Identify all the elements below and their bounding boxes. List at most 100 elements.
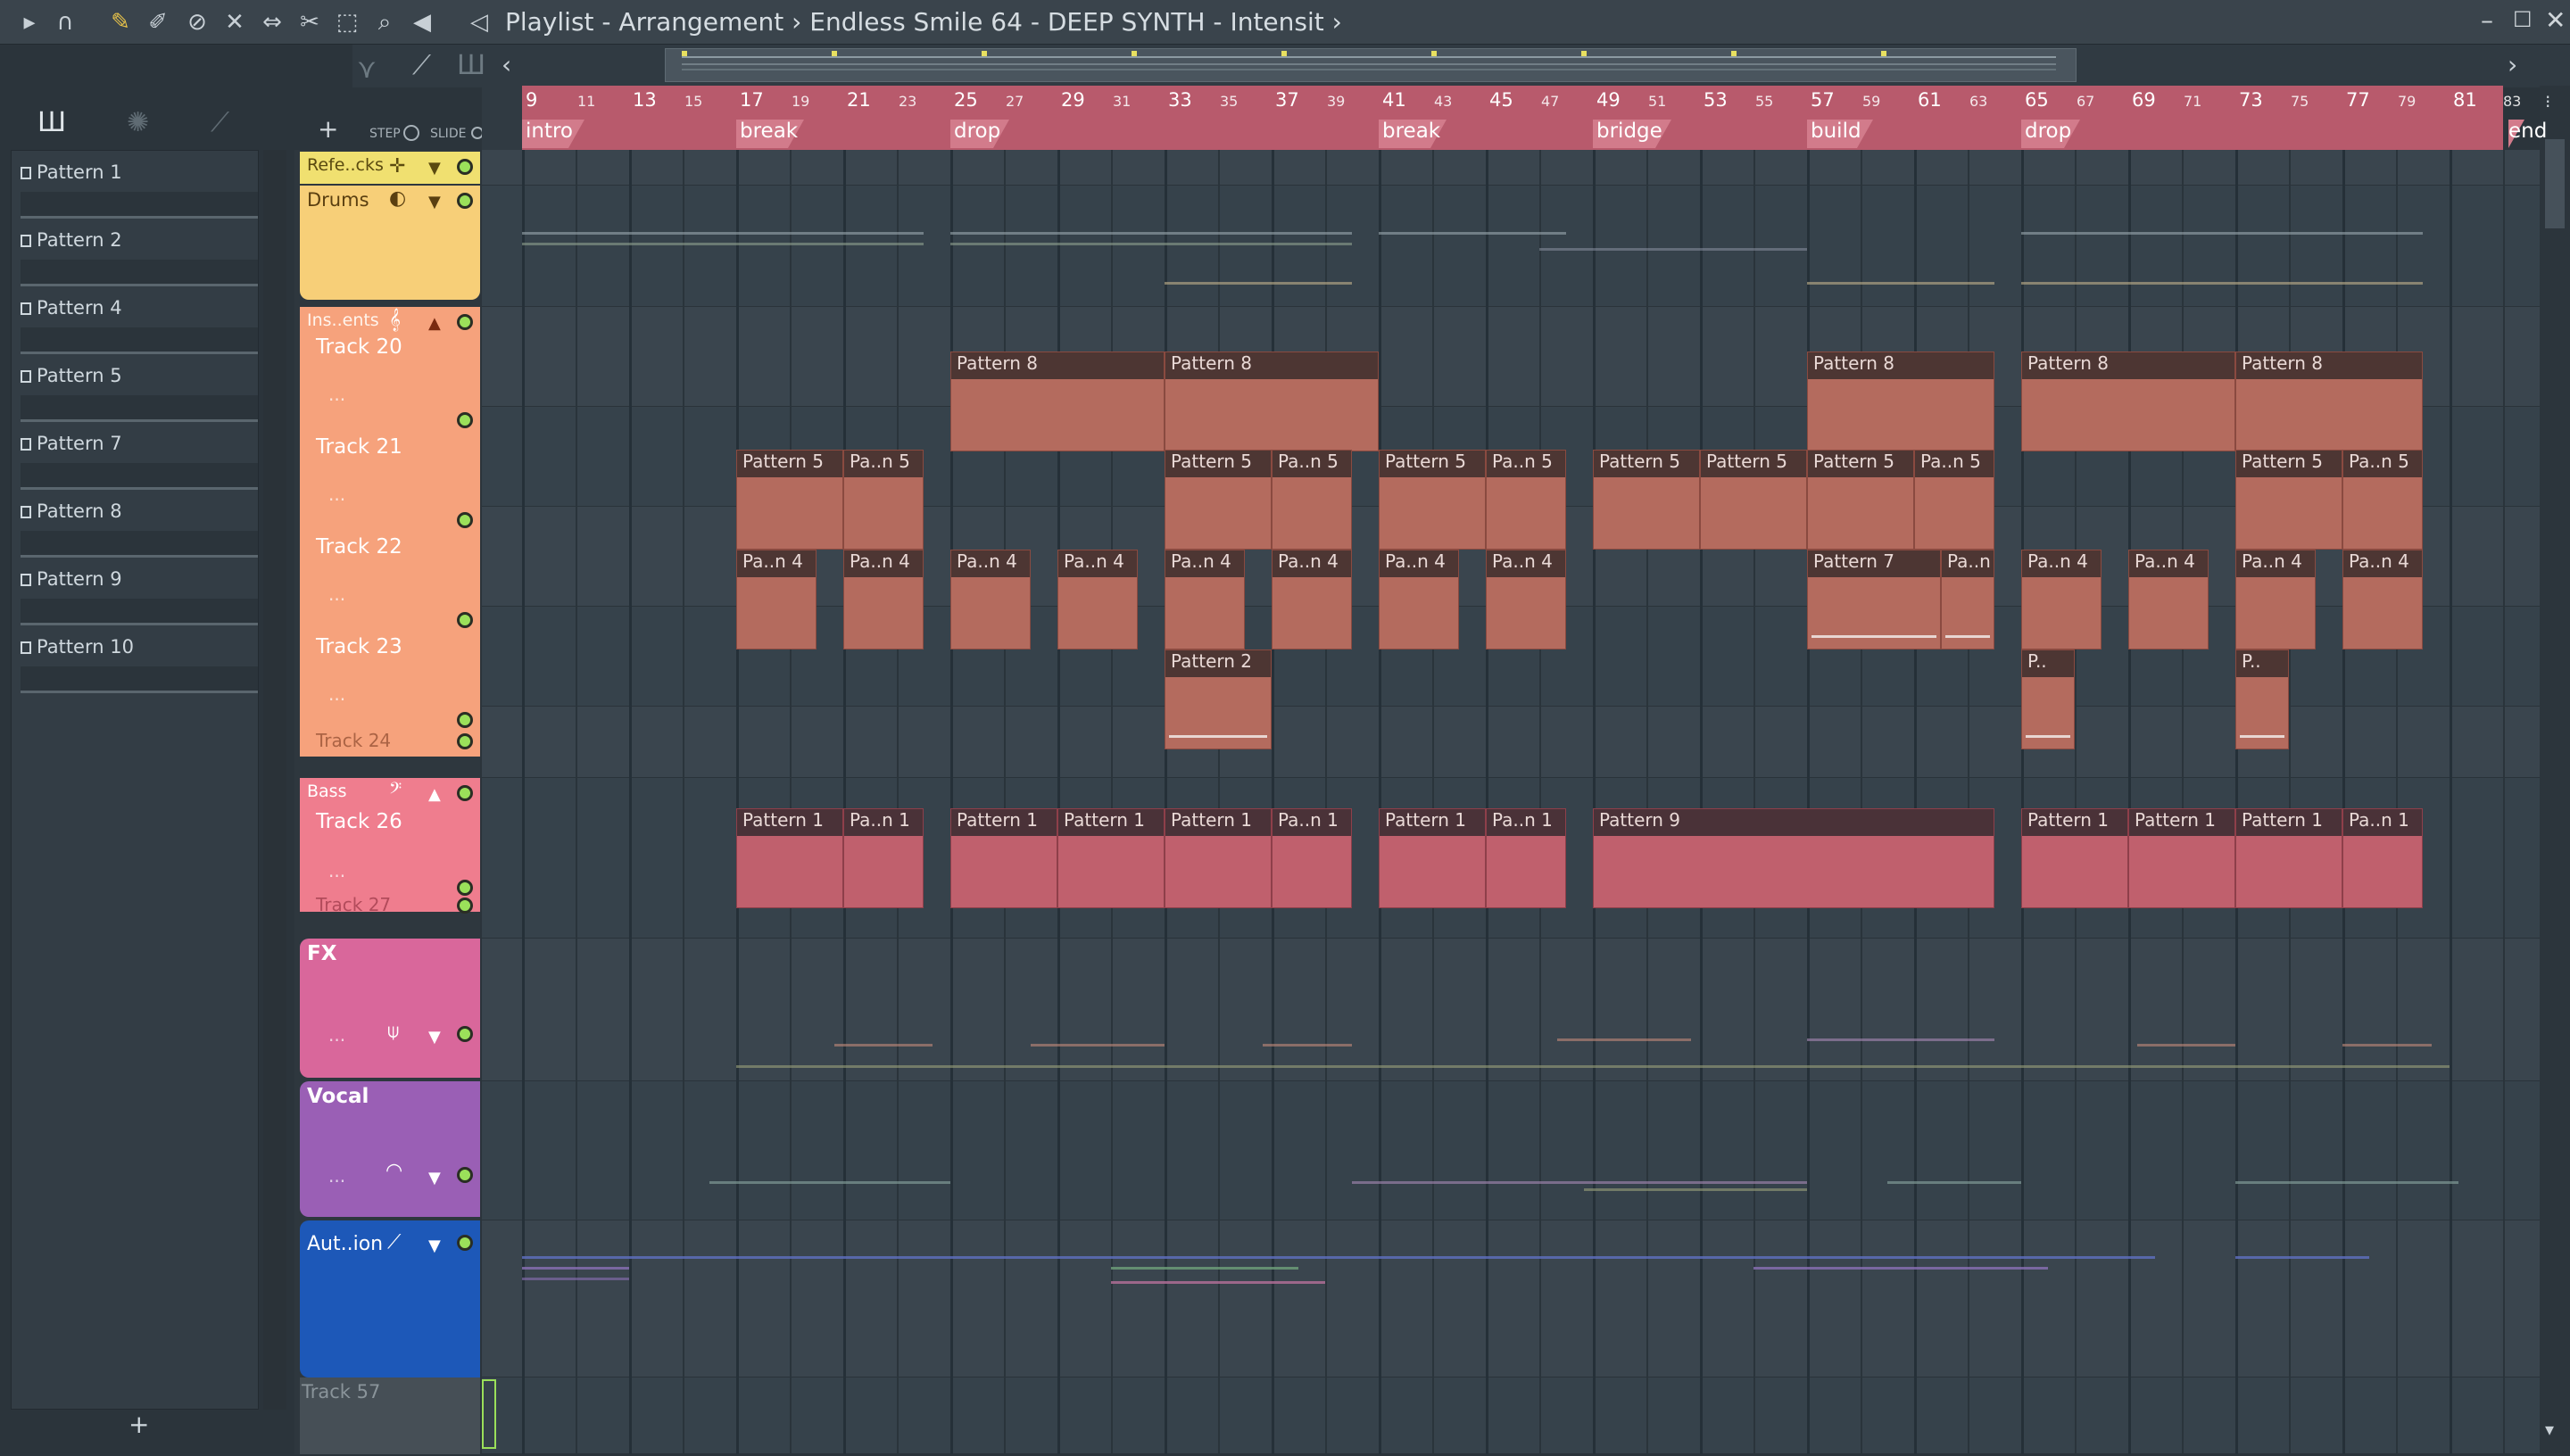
pattern-clip[interactable]: Pa..n 4 [2128, 550, 2209, 649]
track-led[interactable] [457, 193, 473, 209]
picker-item[interactable]: Pattern 4 [17, 292, 258, 354]
pattern-clip[interactable]: Pa..n 7 [1941, 550, 1994, 649]
vertical-scrollbar[interactable]: ⁝ ▾ [2540, 86, 2570, 1456]
pattern-clip[interactable]: Pa..n 4 [1379, 550, 1459, 649]
pattern-clip[interactable]: Pa..n 1 [1272, 808, 1352, 908]
paint-brush-icon[interactable]: ✐ [143, 7, 173, 37]
chevron-up-icon[interactable]: ▲ [428, 314, 441, 333]
group-drums[interactable]: Drums ◐ ▼ [300, 186, 480, 300]
track-led[interactable] [457, 412, 473, 428]
pattern-clip[interactable]: Pa..n 5 [1272, 450, 1352, 550]
track-led[interactable] [457, 314, 473, 330]
pattern-clip[interactable]: Pattern 1 [1379, 808, 1486, 908]
pattern-clip[interactable]: Pattern 8 [1165, 352, 1379, 451]
picker-item[interactable]: Pattern 1 [17, 156, 258, 219]
pattern-clip[interactable]: Pa..n 4 [950, 550, 1031, 649]
group-bass[interactable]: Bass 𝄢 ▲ Track 26 ... Track 27 [300, 778, 480, 915]
pattern-clip[interactable]: Pa..n 5 [1486, 450, 1566, 550]
pattern-clip[interactable]: Pattern 5 [2235, 450, 2342, 550]
track-led[interactable] [457, 712, 473, 728]
track-led[interactable] [457, 159, 473, 175]
piano-icon[interactable]: Ш [457, 50, 485, 81]
step-toggle[interactable] [403, 125, 419, 141]
pattern-clip[interactable]: Pattern 1 [1057, 808, 1165, 908]
pattern-clip[interactable]: P.. [2021, 649, 2075, 749]
pattern-clip[interactable]: P.. [2235, 649, 2289, 749]
picker-item[interactable]: Pattern 7 [17, 427, 258, 490]
pattern-clip[interactable]: Pattern 5 [736, 450, 843, 550]
pattern-clip[interactable]: Pattern 9 [1593, 808, 1994, 908]
chevron-down-icon[interactable]: ▼ [428, 1169, 441, 1187]
pattern-clip[interactable]: Pattern 2 [1165, 649, 1272, 749]
pattern-clip[interactable]: Pa..n 4 [2235, 550, 2316, 649]
slip-icon[interactable]: ⇔ [257, 7, 287, 37]
track-options[interactable]: ... [328, 1165, 345, 1187]
pattern-clip[interactable]: Pattern 1 [2235, 808, 2342, 908]
song-overview[interactable] [665, 48, 2077, 82]
pattern-clip[interactable]: Pattern 5 [1379, 450, 1486, 550]
pattern-clip[interactable]: Pa..n 5 [2342, 450, 2423, 550]
marker-break-2[interactable]: break [1379, 120, 1447, 148]
pattern-clip[interactable]: Pa..n 1 [2342, 808, 2423, 908]
automation-icon[interactable]: ⟋ [412, 50, 431, 81]
pattern-clip[interactable]: Pa..n 4 [1272, 550, 1352, 649]
add-track-button[interactable]: + [318, 114, 338, 144]
track-led[interactable] [457, 1235, 473, 1251]
scroll-right-icon[interactable]: › [2508, 50, 2517, 79]
timeline-ruler[interactable]: 9 13 17 21 25 29 33 37 41 45 49 53 57 61… [522, 86, 2547, 150]
pattern-clip[interactable]: Pa..n 4 [843, 550, 924, 649]
chevron-down-icon[interactable]: ▼ [428, 193, 441, 211]
group-automation[interactable]: Aut..ion ⟋ ▼ [300, 1220, 480, 1377]
close-button[interactable]: ✕ [2545, 5, 2566, 35]
pencil-icon[interactable]: ✎ [105, 7, 136, 37]
chevron-up-icon[interactable]: ▲ [428, 785, 441, 804]
track-options[interactable]: ... [328, 583, 345, 605]
zoom-icon[interactable]: ⌕ [369, 7, 400, 37]
pattern-clip[interactable]: Pa..n 4 [1486, 550, 1566, 649]
pattern-clip[interactable]: Pattern 5 [1593, 450, 1700, 550]
pattern-clip[interactable]: Pattern 8 [1807, 352, 1994, 451]
pattern-clip[interactable]: Pa..n 5 [843, 450, 924, 550]
playback-icon[interactable]: ◀ [407, 7, 437, 37]
group-vocal[interactable]: Vocal ... ◠ ▼ [300, 1081, 480, 1217]
picker-item[interactable]: Pattern 9 [17, 563, 258, 625]
pattern-clip[interactable]: Pattern 5 [1165, 450, 1272, 550]
picker-item[interactable]: Pattern 2 [17, 224, 258, 286]
scroll-down-icon[interactable]: ▾ [2545, 1419, 2554, 1440]
play-arrow-icon[interactable]: ▸ [14, 7, 45, 37]
waveform-icon[interactable]: ⋎ [357, 54, 377, 85]
pattern-clip[interactable]: Pa..n 5 [1914, 450, 1994, 550]
track-led[interactable] [457, 898, 473, 914]
audio-icon[interactable]: ✺ [127, 107, 149, 138]
playlist-grid[interactable]: Pattern 8 Pattern 8 Pattern 8 Pattern 8 … [482, 150, 2540, 1454]
pattern-clip[interactable]: Pa..n 1 [1486, 808, 1566, 908]
picker-scrollbar[interactable] [263, 150, 286, 1410]
magnet-icon[interactable]: ∩ [50, 7, 80, 37]
track-led[interactable] [457, 1167, 473, 1183]
track-led[interactable] [457, 880, 473, 896]
pattern-clip[interactable]: Pa..n 4 [2342, 550, 2423, 649]
pattern-clip[interactable]: Pattern 1 [1165, 808, 1272, 908]
pattern-clip[interactable]: Pa..n 4 [1057, 550, 1138, 649]
track-led[interactable] [457, 1026, 473, 1042]
picker-item[interactable]: Pattern 5 [17, 360, 258, 422]
scroll-thumb[interactable] [2545, 139, 2565, 228]
pattern-clip[interactable]: Pa..n 4 [1165, 550, 1245, 649]
pattern-clip[interactable]: Pattern 1 [950, 808, 1057, 908]
select-icon[interactable]: ⬚ [332, 7, 362, 37]
track-options[interactable]: ... [328, 1024, 345, 1046]
track-options[interactable]: ... [328, 683, 345, 705]
marker-drop-2[interactable]: drop [2021, 120, 2080, 148]
track-options[interactable]: ... [328, 484, 345, 505]
track-led[interactable] [457, 612, 473, 628]
piano-roll-icon[interactable]: Ш [37, 107, 66, 138]
chevron-down-icon[interactable]: ▼ [428, 159, 441, 178]
scroll-dot-icon[interactable]: ⁝ [2545, 91, 2550, 112]
marker-build[interactable]: build [1807, 120, 1873, 148]
track-options[interactable]: ... [328, 860, 345, 881]
pattern-clip[interactable]: Pattern 8 [950, 352, 1165, 451]
marker-bridge[interactable]: bridge [1593, 120, 1671, 148]
track-led[interactable] [457, 733, 473, 749]
speaker-icon[interactable]: ◁ [464, 7, 494, 37]
pattern-clip[interactable]: Pattern 5 [1700, 450, 1807, 550]
